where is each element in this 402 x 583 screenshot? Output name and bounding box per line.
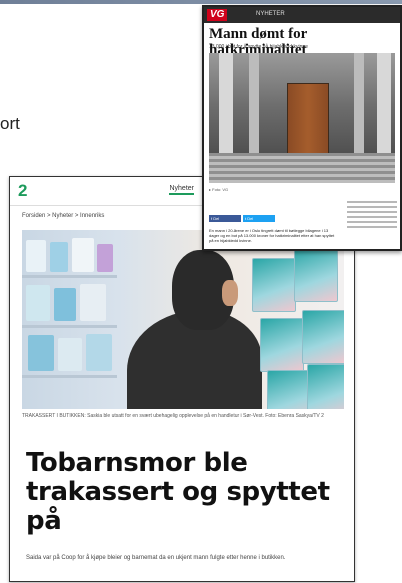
share-buttons: f Del t Del (209, 215, 339, 223)
vg-sidebar (347, 201, 397, 231)
vg-article-photo (209, 53, 395, 183)
slide-partial-text: ort (0, 114, 20, 133)
court-door (287, 83, 329, 155)
photo-caption: TRAKASSERT I BUTIKKEN: Saskia ble utsatt… (22, 413, 324, 419)
article-ingress: Saida var på Coop for å kjøpe bleier og … (26, 555, 286, 561)
slide-top-strip (0, 0, 402, 4)
twitter-share-button[interactable]: t Del (243, 215, 275, 222)
facebook-share-button[interactable]: f Del (209, 215, 241, 222)
vg-article-card: VG NYHETER Mann dømt for hatkriminalitet… (202, 5, 402, 251)
vg-section-label[interactable]: NYHETER (256, 11, 285, 17)
tv2-article-photo (22, 230, 344, 409)
breadcrumb[interactable]: Forsiden > Nyheter > Innenriks (22, 213, 104, 219)
vg-logo[interactable]: VG (207, 9, 228, 21)
vg-topbar: VG NYHETER (204, 7, 400, 23)
article-headline: Tobarnsmor ble trakassert og spyttet på (26, 448, 330, 536)
tv2-nav-nyheter[interactable]: Nyheter (169, 185, 194, 195)
vg-subtitle: 13.000 i bot for å spytte på hijabkledd … (209, 44, 308, 50)
vg-article-body: En mann i 20-årene er i Oslo tingrett dø… (209, 228, 335, 243)
tv2-logo[interactable]: 2 (18, 181, 27, 201)
vg-photo-caption: ▸ Foto: VG (209, 187, 229, 192)
